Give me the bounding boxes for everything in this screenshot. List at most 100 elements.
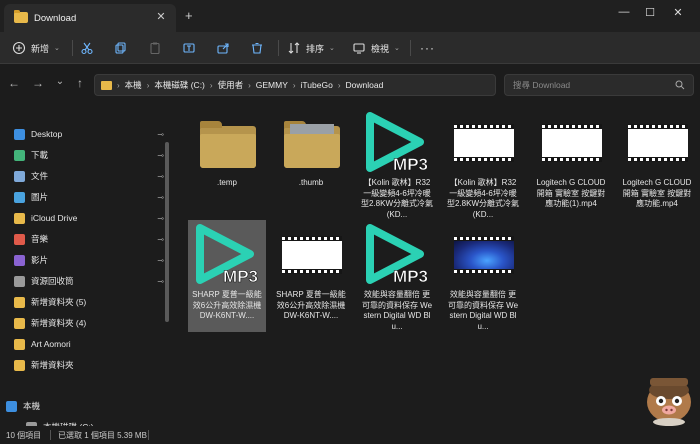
file-item[interactable]: 【Kolin 歌林】R32一級變頻4-6坪冷暖型2.8KW分離式冷氣(KD... — [444, 108, 522, 220]
pin-icon: ⊸ — [157, 192, 164, 202]
sidebar-item[interactable]: 本機 — [6, 396, 156, 416]
file-item[interactable]: MP3 效能與容量翻倍 更可靠的資料保存 Western Digital WD … — [358, 220, 436, 332]
music-icon — [14, 233, 25, 245]
scissors-icon — [81, 42, 93, 55]
up-button[interactable]: ↑ — [72, 76, 88, 90]
video-icon — [542, 124, 602, 162]
sidebar-item-label: 本機 — [23, 401, 41, 411]
pin-icon: ⊸ — [157, 129, 164, 139]
back-button[interactable]: ← — [6, 76, 22, 90]
view-button-label: 檢視 — [371, 43, 390, 54]
file-thumbnail — [452, 112, 514, 174]
sidebar-item[interactable]: 圖片 ⊸ — [14, 187, 164, 207]
search-input[interactable]: 搜尋 Download — [504, 74, 694, 96]
scrollbar-thumb[interactable] — [165, 142, 169, 322]
copy-icon — [115, 42, 126, 54]
sort-button[interactable]: 排序 ⌄ — [287, 39, 335, 57]
search-icon — [675, 80, 685, 90]
mp3-badge: MP3 — [223, 267, 258, 286]
more-button[interactable]: ··· — [420, 39, 435, 57]
file-thumbnail — [452, 224, 514, 286]
address-bar[interactable]: › 本機 › 本機磁碟 (C:) › 使用者 › GEMMY › iTubeGo… — [94, 74, 496, 96]
tab-title: Download — [34, 13, 77, 24]
view-button[interactable]: 檢視 ⌄ — [352, 39, 400, 57]
sort-icon — [288, 42, 300, 54]
mp3-badge: MP3 — [393, 155, 428, 174]
copy-button[interactable] — [114, 39, 128, 57]
new-tab-button[interactable]: + — [185, 8, 193, 23]
close-window-button[interactable]: ✕ — [666, 6, 690, 19]
chevron-right-icon: › — [292, 80, 296, 90]
sidebar-item-label: 文件 — [31, 171, 49, 181]
video-icon — [628, 124, 688, 162]
sidebar-item[interactable]: Art Aomori — [14, 334, 164, 354]
sidebar-scrollbar[interactable] — [164, 118, 170, 378]
file-name: SHARP 夏普一級能效6公升高效除濕機 DW-K6NT-W.... — [276, 290, 346, 320]
breadcrumb-item[interactable]: 使用者 — [218, 79, 244, 91]
sidebar-item[interactable]: 文件 ⊸ — [14, 166, 164, 186]
sidebar-item[interactable]: 新增資料夾 — [14, 355, 164, 375]
file-name: Logitech G CLOUD 開箱 實驗室 按鍵對應功能(1).mp4 — [536, 178, 606, 208]
sidebar-item[interactable]: 下載 ⊸ — [14, 145, 164, 165]
file-name: SHARP 夏普一級能效6公升高效除濕機 DW-K6NT-W.... — [192, 290, 262, 320]
divider — [72, 40, 73, 56]
delete-button[interactable] — [250, 39, 264, 57]
folder-icon — [284, 121, 340, 168]
paste-button[interactable] — [148, 39, 162, 57]
sidebar-item-label: 圖片 — [31, 192, 49, 202]
file-item[interactable]: Logitech G CLOUD 開箱 實驗室 按鍵對應功能.mp4 — [618, 108, 696, 220]
video-icon — [454, 124, 514, 162]
navigation-pane: Desktop ⊸ 下載 ⊸ 文件 ⊸ 圖片 ⊸ iCloud Drive ⊸ 音樂 ⊸ 影片 ⊸ 資源回收… — [0, 104, 170, 433]
sidebar-item-label: 新增資料夾 — [31, 360, 74, 370]
new-button[interactable]: 新增 ⌄ — [12, 39, 60, 57]
cut-button[interactable] — [80, 39, 94, 57]
file-thumbnail — [280, 224, 342, 286]
file-item[interactable]: 效能與容量翻倍 更可靠的資料保存 Western Digital WD Blu.… — [444, 220, 522, 332]
tab-download[interactable]: Download ✕ — [4, 4, 176, 32]
file-item[interactable]: SHARP 夏普一級能效6公升高效除濕機 DW-K6NT-W.... — [272, 220, 350, 332]
folder-icon — [14, 359, 25, 371]
file-thumbnail: MP3 — [192, 222, 258, 286]
minimize-button[interactable]: — — [612, 6, 636, 18]
breadcrumb-item[interactable]: 本機 — [125, 79, 142, 91]
share-icon — [217, 43, 229, 54]
breadcrumb-item[interactable]: GEMMY — [256, 80, 288, 90]
breadcrumb-item[interactable]: Download — [346, 80, 384, 90]
share-button[interactable] — [216, 39, 230, 57]
divider — [50, 430, 51, 440]
mascot-logo — [647, 378, 691, 426]
maximize-button[interactable]: ☐ — [638, 6, 662, 19]
folder-icon — [14, 338, 25, 350]
pin-icon: ⊸ — [157, 276, 164, 286]
sidebar-item[interactable]: 資源回收筒 ⊸ — [14, 271, 164, 291]
tab-close-button[interactable]: ✕ — [154, 10, 168, 24]
file-item[interactable]: MP3 SHARP 夏普一級能效6公升高效除濕機 DW-K6NT-W.... — [188, 220, 266, 332]
sidebar-item[interactable]: Desktop ⊸ — [14, 124, 164, 144]
pin-icon: ⊸ — [157, 171, 164, 181]
sidebar-item[interactable]: 新增資料夾 (5) — [14, 292, 164, 312]
mp3-play-icon: MP3 — [196, 224, 258, 286]
breadcrumb-item[interactable]: 本機磁碟 (C:) — [154, 79, 205, 91]
file-name: .temp — [216, 178, 237, 187]
trash-icon — [252, 42, 262, 54]
sidebar-item[interactable]: iCloud Drive ⊸ — [14, 208, 164, 228]
recent-locations-button[interactable]: ⌄ — [52, 76, 68, 87]
forward-button[interactable]: → — [30, 76, 46, 90]
sidebar-item[interactable]: 音樂 ⊸ — [14, 229, 164, 249]
divider — [410, 40, 411, 56]
divider — [278, 40, 279, 56]
mp3-play-icon: MP3 — [366, 112, 428, 174]
file-item[interactable]: MP3 【Kolin 歌林】R32一級變頻4-6坪冷暖型2.8KW分離式冷氣(K… — [358, 108, 436, 220]
file-thumbnail — [280, 112, 342, 174]
pin-icon: ⊸ — [157, 150, 164, 160]
sidebar-item[interactable]: 影片 ⊸ — [14, 250, 164, 270]
file-item[interactable]: .temp — [188, 108, 266, 220]
file-thumbnail: MP3 — [362, 222, 428, 286]
sidebar-item[interactable]: 新增資料夾 (4) — [14, 313, 164, 333]
file-item[interactable]: Logitech G CLOUD 開箱 實驗室 按鍵對應功能(1).mp4 — [532, 108, 610, 220]
folder-icon — [200, 121, 256, 168]
breadcrumb-item[interactable]: iTubeGo — [301, 80, 333, 90]
folder-icon — [14, 10, 28, 23]
rename-button[interactable] — [182, 39, 196, 57]
file-item[interactable]: .thumb — [272, 108, 350, 220]
